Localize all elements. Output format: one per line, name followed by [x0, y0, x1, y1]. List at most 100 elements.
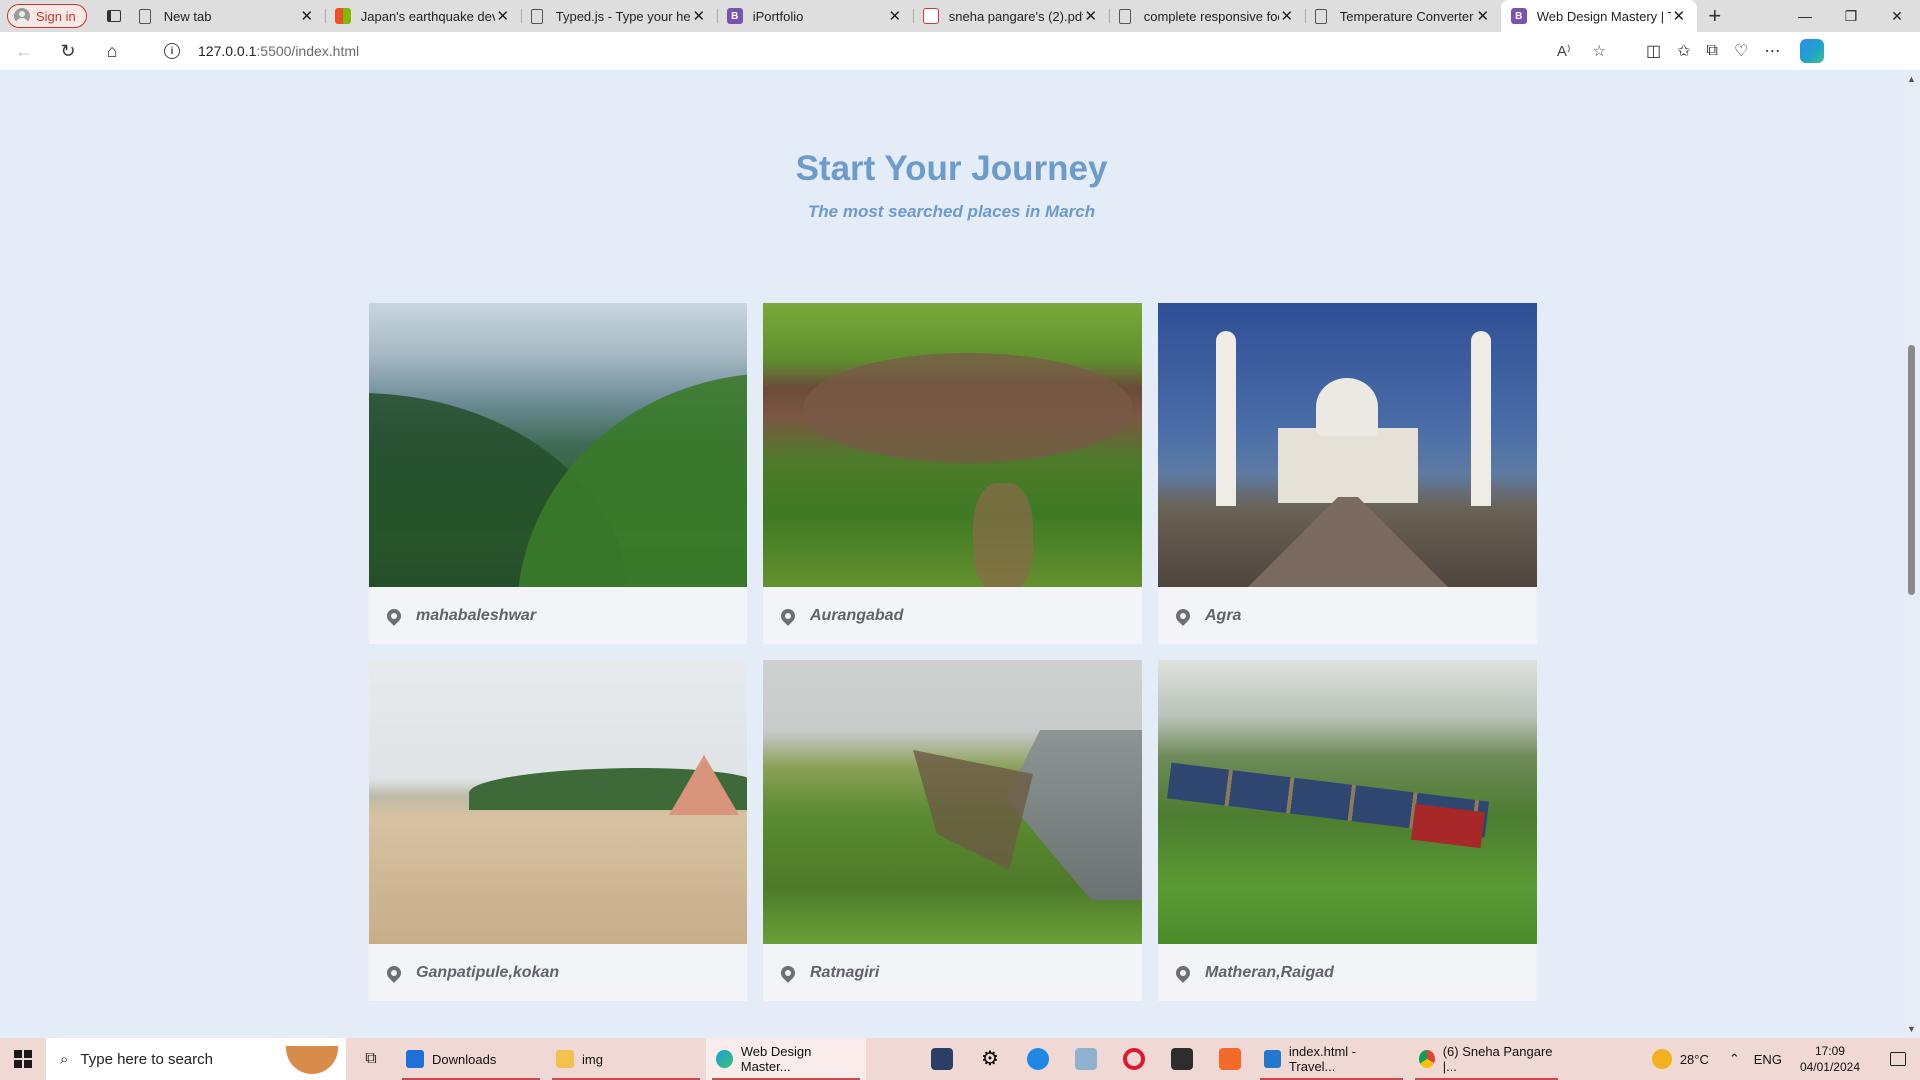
page-viewport: Start Your Journey The most searched pla… — [0, 70, 1920, 1038]
destination-name: Aurangabad — [810, 606, 904, 624]
destination-caption: Agra — [1158, 587, 1537, 644]
tab-typedjs[interactable]: Typed.js - Type your hea ✕ — [520, 0, 717, 32]
taskbar-app-edge[interactable]: Web Design Master... — [706, 1038, 866, 1080]
destination-card[interactable]: Aurangabad — [763, 303, 1142, 644]
scroll-up-icon[interactable]: ▲ — [1907, 74, 1916, 84]
pinned-store[interactable] — [1158, 1038, 1206, 1080]
page-icon — [1314, 8, 1327, 24]
pinned-settings[interactable]: ⚙ — [966, 1038, 1014, 1080]
sign-in-button[interactable]: Sign in — [7, 4, 87, 28]
destination-card[interactable]: Ratnagiri — [763, 660, 1142, 1001]
more-menu-icon[interactable]: ⋯ — [1764, 41, 1780, 61]
destination-card[interactable]: Ganpatipule,kokan — [369, 660, 747, 1001]
pdf-icon — [922, 8, 939, 24]
destination-caption: Ganpatipule,kokan — [369, 944, 747, 1001]
tab-pdf[interactable]: sneha pangare's (2).pdf ✕ — [912, 0, 1109, 32]
tab-new-tab[interactable]: New tab ✕ — [129, 0, 325, 32]
restore-icon[interactable]: ❐ — [1828, 0, 1874, 32]
edge-icon — [716, 1050, 733, 1068]
tab-temperature-converter[interactable]: Temperature Converter ✕ — [1304, 0, 1501, 32]
taskbar-app-label: index.html - Travel... — [1288, 1044, 1357, 1074]
tab-title: Japan's earthquake deva — [360, 8, 495, 24]
browser-essentials-icon[interactable]: ♡ — [1734, 41, 1748, 61]
tab-japan-earthquake[interactable]: Japan's earthquake deva ✕ — [324, 0, 521, 32]
taskbar-app-chrome[interactable]: (6) Sneha Pangare |... — [1409, 1038, 1564, 1080]
close-tab-icon[interactable]: ✕ — [691, 7, 707, 25]
tab-iportfolio[interactable]: B iPortfolio ✕ — [716, 0, 913, 32]
xampp-icon — [1219, 1048, 1241, 1070]
minimize-icon[interactable]: — — [1782, 0, 1828, 32]
language-indicator[interactable]: ENG — [1754, 1052, 1782, 1067]
task-view-icon[interactable]: ⧉ — [346, 1050, 396, 1068]
close-tab-icon[interactable]: ✕ — [887, 7, 903, 25]
location-pin-icon — [1173, 962, 1193, 983]
new-tab-button[interactable]: + — [1697, 3, 1733, 29]
taskbar-app-vscode[interactable]: index.html - Travel... — [1254, 1038, 1409, 1080]
pinned-opera[interactable] — [1110, 1038, 1158, 1080]
close-tab-icon[interactable]: ✕ — [299, 7, 315, 25]
folder-icon — [556, 1050, 574, 1068]
start-button[interactable] — [0, 1038, 46, 1080]
pinned-app-3[interactable] — [1014, 1038, 1062, 1080]
search-icon: ⌕ — [60, 1050, 69, 1068]
notifications-button[interactable] — [1876, 1038, 1920, 1080]
bootstrap-icon: B — [1510, 8, 1527, 24]
destination-photo — [1158, 660, 1537, 944]
read-aloud-icon[interactable]: A⁾ — [1557, 42, 1571, 60]
close-window-icon[interactable]: ✕ — [1874, 0, 1920, 32]
home-icon[interactable]: ⌂ — [92, 35, 132, 67]
tab-responsive-footer[interactable]: complete responsive foo ✕ — [1108, 0, 1305, 32]
pinned-xampp[interactable] — [1206, 1038, 1254, 1080]
close-tab-icon[interactable]: ✕ — [1279, 7, 1295, 25]
page-scrollbar[interactable]: ▲ ▼ — [1903, 70, 1920, 1038]
refresh-icon[interactable]: ↻ — [48, 35, 88, 67]
tab-title: iPortfolio — [752, 8, 804, 24]
tab-actions-button[interactable] — [99, 4, 129, 28]
tab-title: Typed.js - Type your hea — [555, 8, 691, 24]
scroll-down-icon[interactable]: ▼ — [1907, 1024, 1916, 1034]
sign-in-label: Sign in — [36, 8, 76, 24]
location-pin-icon — [778, 962, 798, 983]
url-path: :5500/index.html — [256, 43, 360, 59]
weather-temp[interactable]: 28°C — [1680, 1052, 1709, 1067]
chevron-up-icon[interactable]: ⌃ — [1729, 1051, 1740, 1067]
app-icon — [1075, 1048, 1097, 1070]
address-bar[interactable]: i 127.0.0.1:5500/index.html A⁾ ☆ — [150, 36, 1620, 66]
close-tab-icon[interactable]: ✕ — [1083, 7, 1099, 25]
tab-web-design-mastery[interactable]: B Web Design Mastery | Tr ✕ — [1500, 0, 1697, 32]
taskbar-app-img[interactable]: img — [546, 1038, 706, 1080]
windows-taskbar: ⌕ Type here to search ⧉ Downloads img We… — [0, 1038, 1920, 1080]
msn-icon — [334, 8, 351, 24]
scrollbar-thumb[interactable] — [1908, 345, 1915, 595]
site-info-icon[interactable]: i — [164, 43, 180, 59]
destination-photo — [369, 660, 747, 944]
tab-title: Web Design Mastery | Tr — [1536, 8, 1671, 24]
taskbar-app-downloads[interactable]: Downloads — [396, 1038, 546, 1080]
clock[interactable]: 17:09 04/01/2024 — [1800, 1043, 1860, 1075]
pinned-app-4[interactable] — [1062, 1038, 1110, 1080]
taskbar-search[interactable]: ⌕ Type here to search — [46, 1038, 346, 1080]
gear-icon: ⚙ — [981, 1048, 999, 1070]
destination-photo — [763, 303, 1142, 587]
split-screen-icon[interactable]: ◫ — [1646, 41, 1661, 61]
destination-card[interactable]: Agra — [1158, 303, 1537, 644]
destination-card[interactable]: Matheran,Raigad — [1158, 660, 1537, 1001]
close-tab-icon[interactable]: ✕ — [495, 7, 511, 25]
app-icon — [931, 1048, 953, 1070]
close-tab-icon[interactable]: ✕ — [1475, 7, 1491, 25]
search-placeholder: Type here to search — [80, 1050, 213, 1068]
chrome-icon — [1419, 1050, 1435, 1068]
pinned-app-1[interactable] — [918, 1038, 966, 1080]
system-tray: 28°C ⌃ ENG 17:09 04/01/2024 — [1651, 1038, 1920, 1080]
collections-icon[interactable]: ⧉ — [1707, 42, 1718, 60]
favorite-star-icon[interactable]: ☆ — [1593, 42, 1606, 60]
destination-name: Matheran,Raigad — [1205, 963, 1334, 981]
back-icon[interactable]: ← — [4, 35, 44, 67]
favorites-icon[interactable]: ✩ — [1677, 41, 1690, 61]
close-tab-icon[interactable]: ✕ — [1671, 7, 1687, 25]
copilot-icon[interactable] — [1800, 39, 1825, 63]
search-highlight-icon — [286, 1046, 338, 1074]
destination-name: mahabaleshwar — [416, 606, 537, 624]
destination-card[interactable]: mahabaleshwar — [369, 303, 747, 644]
taskbar-app-label: img — [582, 1051, 603, 1067]
